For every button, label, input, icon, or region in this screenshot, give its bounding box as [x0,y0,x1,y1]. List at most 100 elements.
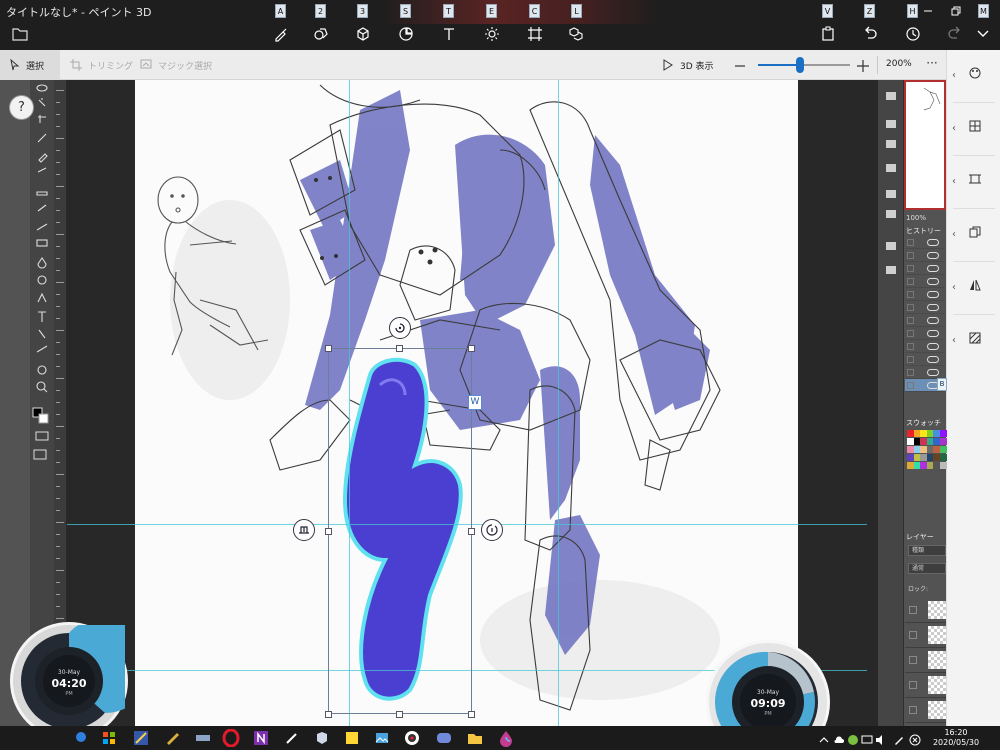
resize-handle[interactable] [325,528,332,535]
onenote-icon[interactable] [252,729,270,747]
palette-icon [969,67,981,79]
media-player-icon[interactable] [403,729,421,747]
pinned-app-3-icon[interactable] [194,729,212,747]
help-button[interactable]: ? [9,95,34,120]
pen-tray-icon[interactable] [893,731,905,745]
paste-icon [822,26,834,41]
ruler-tick [56,198,60,199]
paint3d-icon[interactable] [313,729,331,747]
side-panel-item-copy[interactable]: ‹ [947,209,1000,261]
restore-button[interactable] [946,2,968,20]
zoom-out-button[interactable] [734,58,746,72]
ps-layer-visibility [909,681,917,689]
resize-handle[interactable] [468,528,475,535]
rotate-y-button[interactable] [481,519,503,541]
photos-icon[interactable] [373,729,391,747]
side-panel-item-grid[interactable]: ‹ [947,103,1000,155]
3d-shapes-icon [357,27,369,41]
lasso-icon [927,330,939,337]
ruler-tick [56,606,60,607]
tool-brushes[interactable]: A [264,4,298,48]
sticky-notes-icon[interactable] [343,729,361,747]
side-panel-item-flip[interactable]: ‹ [947,262,1000,314]
resize-handle[interactable] [468,711,475,718]
tool-3d-library[interactable]: L [560,4,594,48]
file-explorer-icon[interactable] [466,729,484,747]
zoom-in-button[interactable] [856,58,870,72]
2d-shapes-icon [314,28,328,40]
tool-stickers[interactable]: S [389,4,423,48]
trim-button[interactable]: トリミング [70,50,133,80]
magic-select-button[interactable]: マジック選択 [140,50,212,80]
discord-icon[interactable] [435,729,453,747]
ps-layer-thumbnail [928,626,946,644]
key-badge: V [822,4,833,18]
minimize-button[interactable] [918,2,940,20]
resize-handle[interactable] [468,345,475,352]
color-drop-icon[interactable] [497,729,515,747]
taskbar-clock[interactable]: 16:20 2020/05/30 [928,728,984,748]
tool-3d-shapes[interactable]: 3 [346,4,380,48]
tool-paste[interactable]: V [811,4,845,48]
tool-undo[interactable]: Z [853,4,887,48]
pinned-app-1-icon[interactable] [132,729,150,747]
ps-panel-icon [886,266,896,274]
ps-navigator-zoom: 100% [906,214,927,222]
ruler-tick [56,222,60,223]
tool-effects[interactable]: E [475,4,509,48]
ps-b-badge: B [937,378,947,391]
select-button[interactable]: 選択 [0,50,60,80]
resize-handle[interactable] [325,711,332,718]
ps-layer-row [905,698,946,723]
ps-history-checkbox [907,369,914,376]
lasso-icon [927,304,939,311]
ruler-tick [56,534,60,535]
divider [877,56,878,74]
rotate-z-button[interactable] [389,317,411,339]
side-panel-item-paint[interactable]: ‹ [947,50,1000,102]
selection-box[interactable] [328,348,472,714]
network-icon[interactable] [861,731,873,744]
chevron-up-icon[interactable] [818,731,830,743]
pinned-app-2-icon[interactable] [164,729,182,747]
view-3d-button[interactable]: 3D 表示 [662,50,714,80]
side-panel-item-texture[interactable]: ‹ [947,315,1000,367]
opera-icon[interactable] [222,728,240,748]
3d-library-icon [569,27,583,41]
close-circle-icon[interactable] [909,731,921,746]
tool-canvas[interactable]: C [518,4,552,48]
sync-icon[interactable] [847,731,859,745]
tool-text[interactable]: T [432,4,466,48]
volume-icon[interactable] [875,731,887,745]
menu-button[interactable] [12,26,32,42]
cloud-icon[interactable] [833,731,845,743]
resize-handle[interactable] [396,345,403,352]
side-panel-item-frame[interactable]: ‹ [947,156,1000,208]
ruler-tick [56,522,64,523]
search-icon[interactable] [73,729,91,747]
depth-handle[interactable]: W [468,395,482,410]
brushes-icon [275,28,287,42]
tool-2d-shapes[interactable]: 2 [304,4,338,48]
ruler-tick [56,102,60,103]
resize-handle[interactable] [396,711,403,718]
zoom-level[interactable]: 200% [886,59,912,69]
key-badge: Z [864,4,875,18]
clock-widget-left: 30-May 04:20 PM [10,622,128,740]
ps-swatch [939,446,947,453]
rotate-x-button[interactable] [293,519,315,541]
lasso-icon [927,343,939,350]
ruler-tick [56,426,64,427]
zoom-slider-thumb[interactable] [796,57,805,73]
ruler-tick [56,162,60,163]
more-options-button[interactable]: ··· [922,56,942,74]
ruler-tick [56,582,60,583]
pen-icon[interactable] [283,729,301,747]
ps-layer-visibility [909,631,917,639]
ps-history-row [905,314,945,327]
ruler-tick [56,138,64,139]
resize-handle[interactable] [325,345,332,352]
store-icon[interactable] [100,729,118,747]
expand-button[interactable]: M [969,4,999,48]
ruler-tick [56,234,64,235]
